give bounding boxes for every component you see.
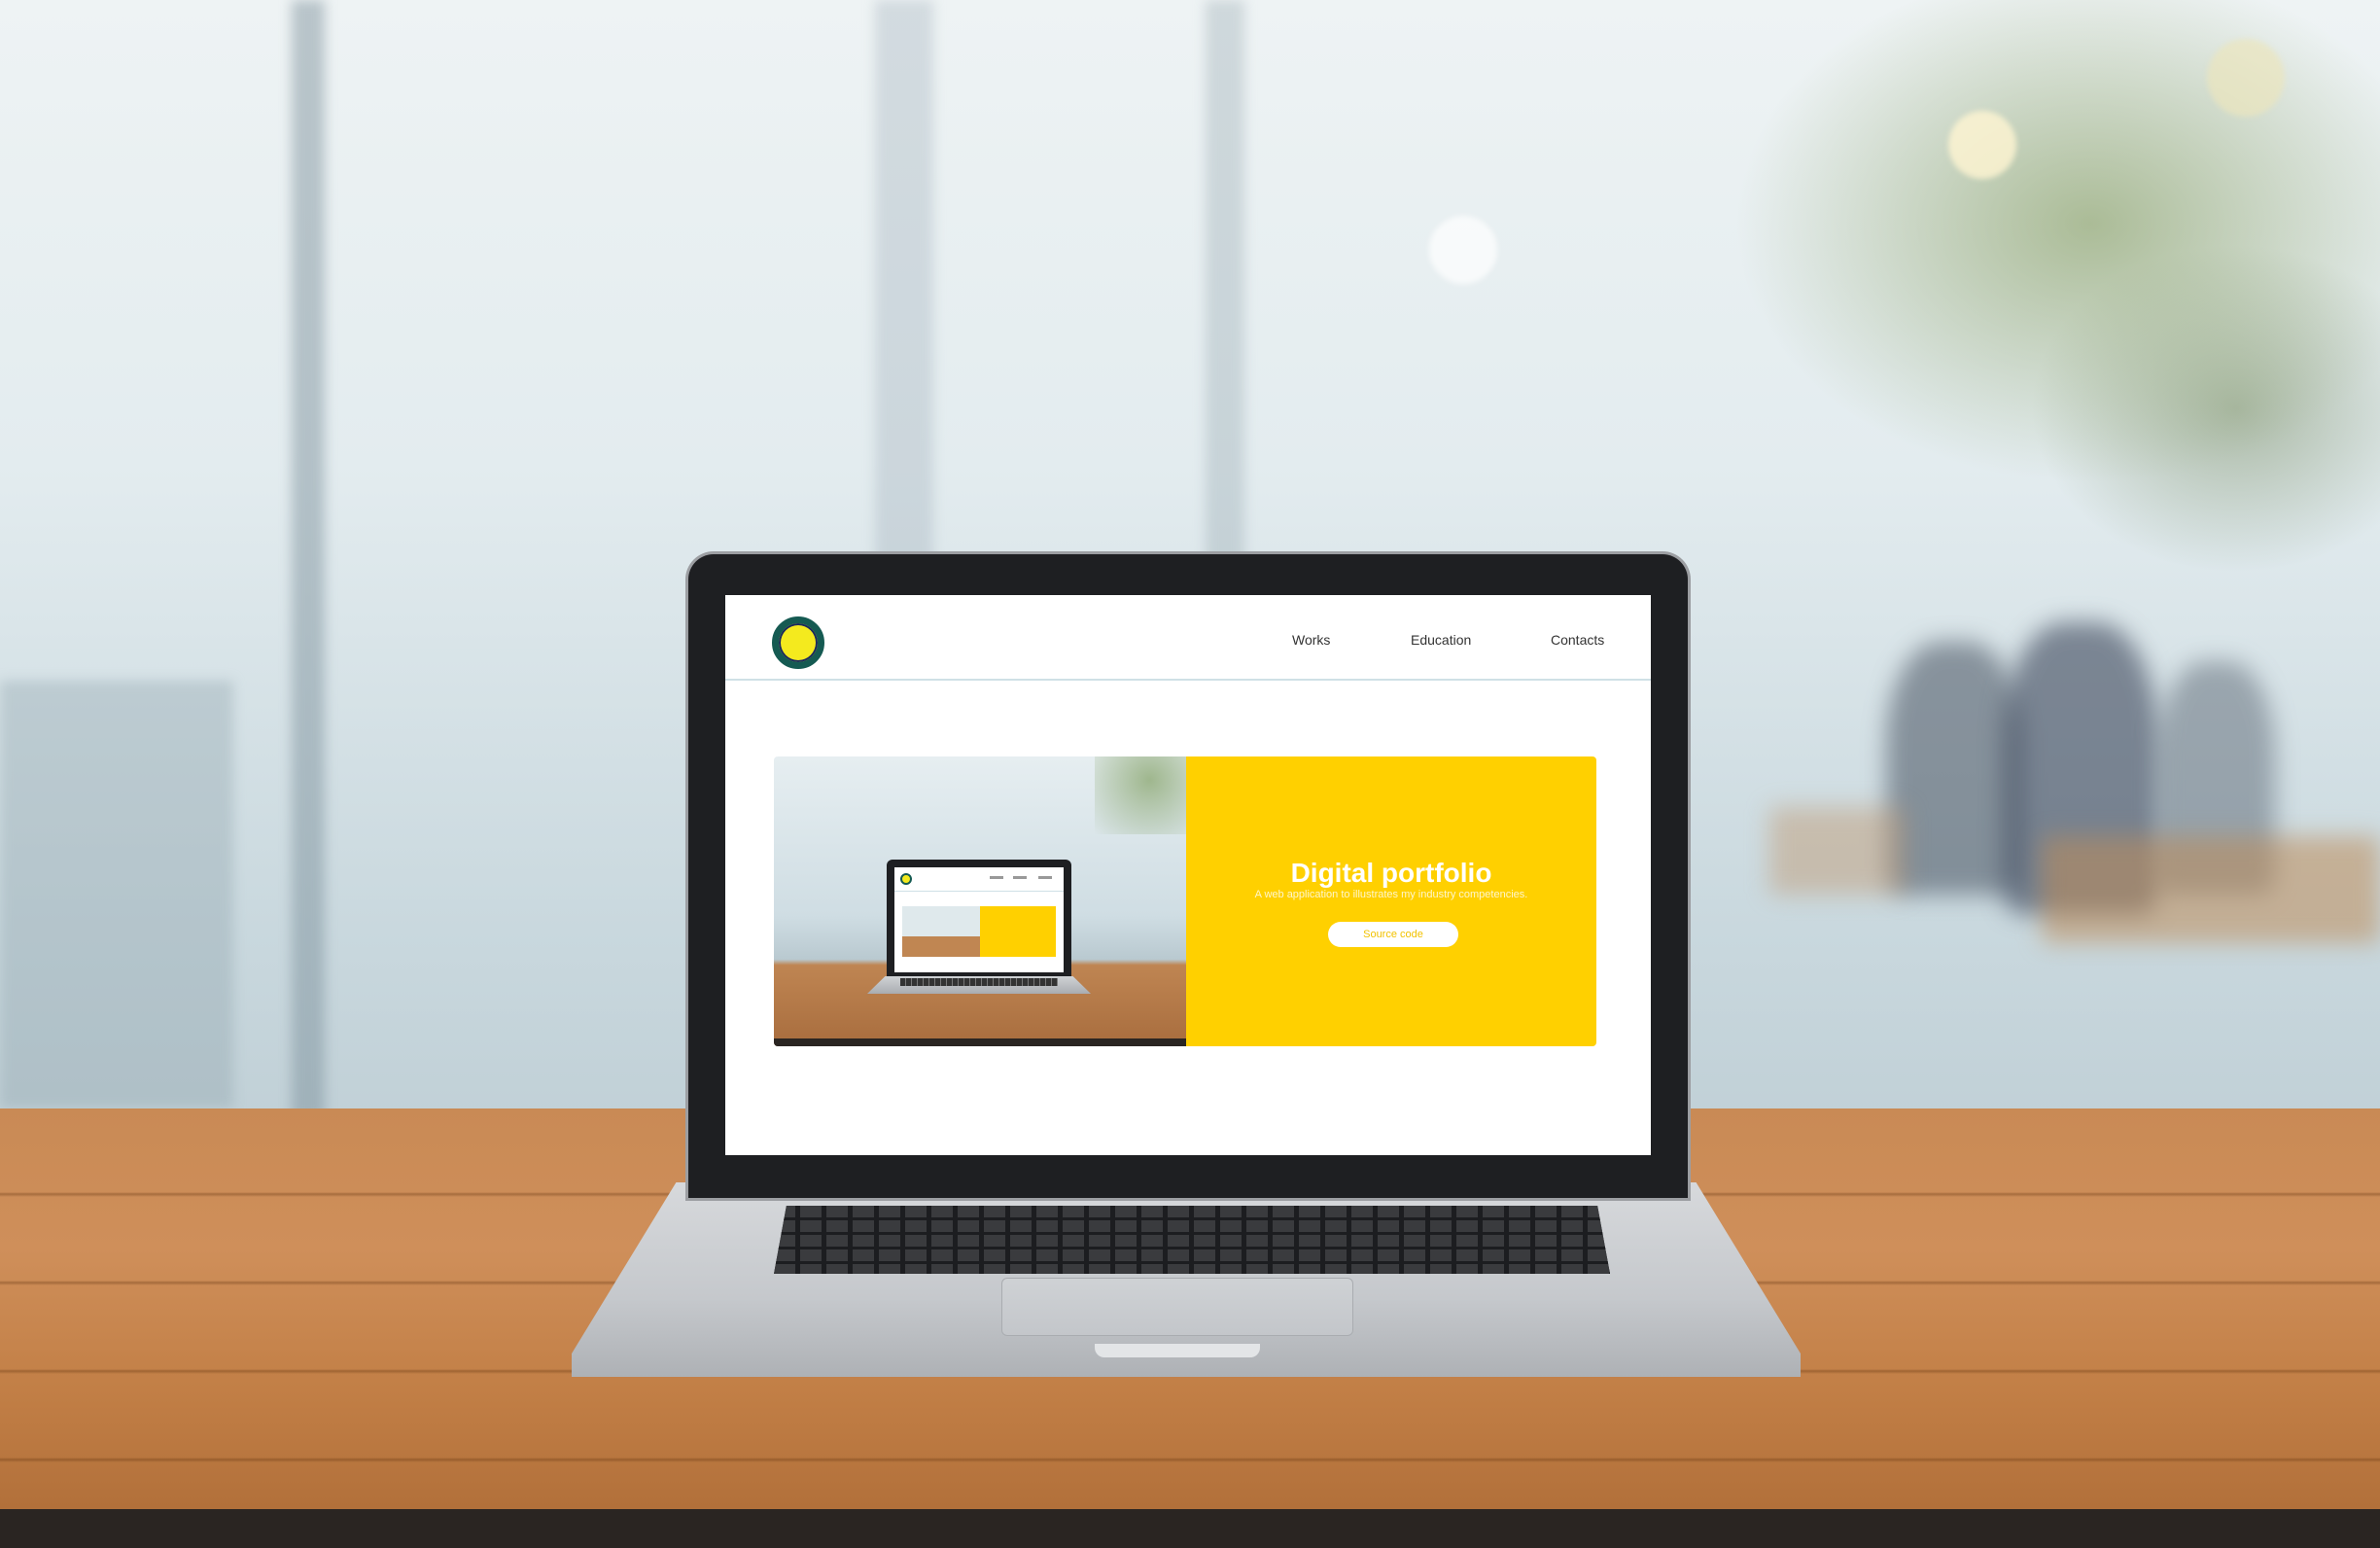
nav-works-link[interactable]: Works — [1292, 632, 1330, 648]
project-title: Digital portfolio — [1290, 858, 1492, 888]
nav-contacts-link[interactable]: Contacts — [1551, 632, 1604, 648]
blurred-table — [2042, 836, 2380, 943]
window-pillar — [0, 681, 233, 1108]
desk-edge — [0, 1509, 2380, 1548]
thumbnail-desk-edge — [774, 1038, 1186, 1046]
bokeh-light — [1429, 216, 1497, 284]
thumbnail-tree — [1095, 756, 1186, 834]
thumbnail-nav-item — [1013, 876, 1027, 879]
thumbnail-card-image — [902, 906, 980, 957]
thumbnail-card-panel — [980, 906, 1056, 957]
bokeh-light — [2207, 39, 2285, 117]
project-subtitle: A web application to illustrates my indu… — [1254, 889, 1528, 900]
thumbnail-divider — [894, 891, 1064, 892]
laptop-notch — [1095, 1344, 1260, 1357]
keyboard-rows — [774, 1206, 1610, 1274]
thumbnail-keyboard — [900, 978, 1058, 986]
laptop-lid: Works Education Contacts Digital portfol… — [688, 554, 1688, 1198]
blurred-table — [1769, 807, 1906, 895]
thumbnail-laptop — [887, 860, 1071, 976]
thumbnail-nav-item — [1038, 876, 1052, 879]
project-thumbnail — [774, 756, 1186, 1046]
thumbnail-nav-item — [990, 876, 1003, 879]
source-code-button[interactable]: Source code — [1328, 922, 1458, 947]
nav-education-link[interactable]: Education — [1411, 632, 1471, 648]
laptop-screen: Works Education Contacts Digital portfol… — [725, 595, 1651, 1155]
thumbnail-laptop-screen — [894, 867, 1064, 972]
project-info-panel: Digital portfolio A web application to i… — [1186, 756, 1596, 1046]
site-header: Works Education Contacts — [725, 595, 1651, 681]
laptop-trackpad — [1001, 1278, 1353, 1336]
bokeh-light — [1948, 111, 2016, 179]
project-card: Digital portfolio A web application to i… — [774, 756, 1596, 1046]
thumbnail-logo-icon — [900, 873, 912, 885]
blurred-person — [1886, 642, 2022, 895]
circle-logo-icon[interactable] — [772, 616, 824, 669]
window-pillar — [292, 0, 325, 1118]
